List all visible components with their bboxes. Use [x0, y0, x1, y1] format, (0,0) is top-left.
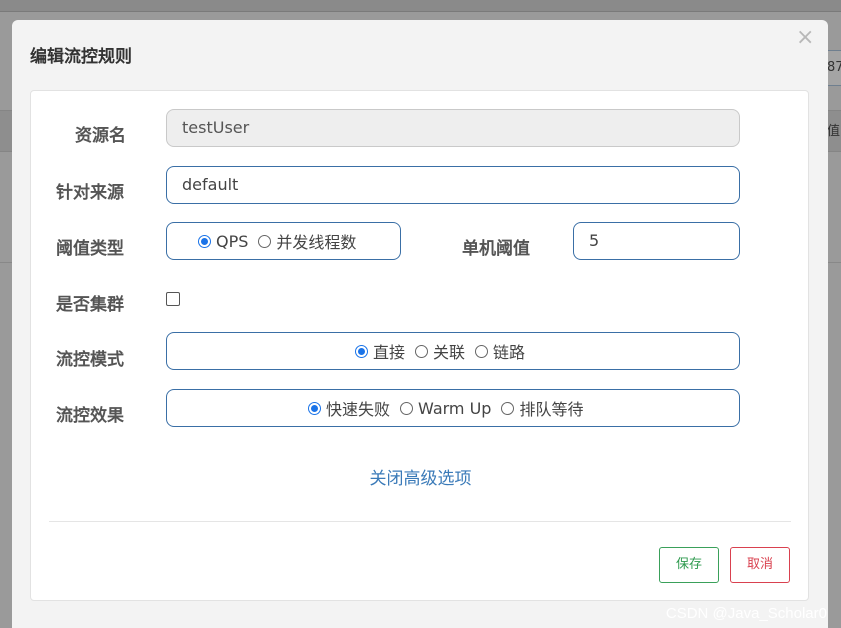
dialog-title: 编辑流控规则 [30, 47, 132, 67]
single-threshold-label: 单机阈值 [462, 239, 530, 259]
radio-unselected-icon[interactable] [501, 401, 515, 415]
cancel-button[interactable]: 取消 [730, 547, 790, 583]
flow-mode-option-chain[interactable]: 链路 [475, 339, 525, 363]
flow-effect-option-queue[interactable]: 排队等待 [501, 396, 583, 420]
footer-divider [49, 521, 791, 522]
radio-unselected-icon[interactable] [475, 344, 489, 358]
threshold-type-option-qps[interactable]: QPS [198, 232, 248, 251]
background-header-peek: 值 [827, 124, 841, 139]
threshold-type-radio-group: QPS 并发线程数 [166, 222, 401, 260]
flow-mode-option-related[interactable]: 关联 [415, 339, 465, 363]
flow-effect-radio-group: 快速失败 Warm Up 排队等待 [166, 389, 740, 427]
flow-effect-option-warm-up[interactable]: Warm Up [400, 399, 491, 418]
close-advanced-options-link[interactable]: 关闭高级选项 [31, 464, 810, 489]
radio-unselected-icon[interactable] [415, 344, 429, 358]
edit-flow-rule-dialog: 编辑流控规则 × 资源名 testUser 针对来源 default 阈值类型 … [12, 20, 828, 628]
radio-selected-icon[interactable] [308, 401, 321, 415]
source-input[interactable]: default [166, 166, 740, 204]
option-label: 直接 [373, 343, 406, 362]
option-label: 排队等待 [519, 400, 584, 419]
single-threshold-input[interactable]: 5 [573, 222, 740, 260]
threshold-type-label: 阈值类型 [56, 239, 124, 259]
flow-mode-label: 流控模式 [56, 350, 124, 370]
save-button[interactable]: 保存 [659, 547, 719, 583]
radio-selected-icon[interactable] [198, 234, 211, 248]
background-top-bar [0, 0, 841, 12]
form-panel: 资源名 testUser 针对来源 default 阈值类型 QPS 并发线程数… [30, 90, 809, 601]
flow-effect-label: 流控效果 [56, 406, 124, 426]
source-label: 针对来源 [56, 183, 124, 203]
radio-unselected-icon[interactable] [258, 234, 272, 248]
option-label: Warm Up [418, 398, 492, 418]
option-label: QPS [216, 231, 249, 251]
option-label: 链路 [493, 343, 526, 362]
resource-label: 资源名 [75, 126, 126, 146]
option-label: 并发线程数 [276, 233, 357, 252]
radio-unselected-icon[interactable] [400, 401, 414, 415]
radio-selected-icon[interactable] [355, 344, 368, 358]
option-label: 关联 [433, 343, 466, 362]
flow-mode-radio-group: 直接 关联 链路 [166, 332, 740, 370]
watermark-text: CSDN @Java_Scholar0 [665, 605, 827, 622]
option-label: 快速失败 [326, 400, 391, 419]
threshold-type-option-threads[interactable]: 并发线程数 [258, 229, 356, 253]
close-icon[interactable]: × [796, 26, 814, 50]
cluster-label: 是否集群 [56, 295, 124, 315]
flow-effect-option-fast-fail[interactable]: 快速失败 [308, 396, 390, 420]
cluster-checkbox[interactable] [166, 292, 180, 306]
resource-input: testUser [166, 109, 740, 147]
flow-mode-option-direct[interactable]: 直接 [355, 339, 405, 363]
